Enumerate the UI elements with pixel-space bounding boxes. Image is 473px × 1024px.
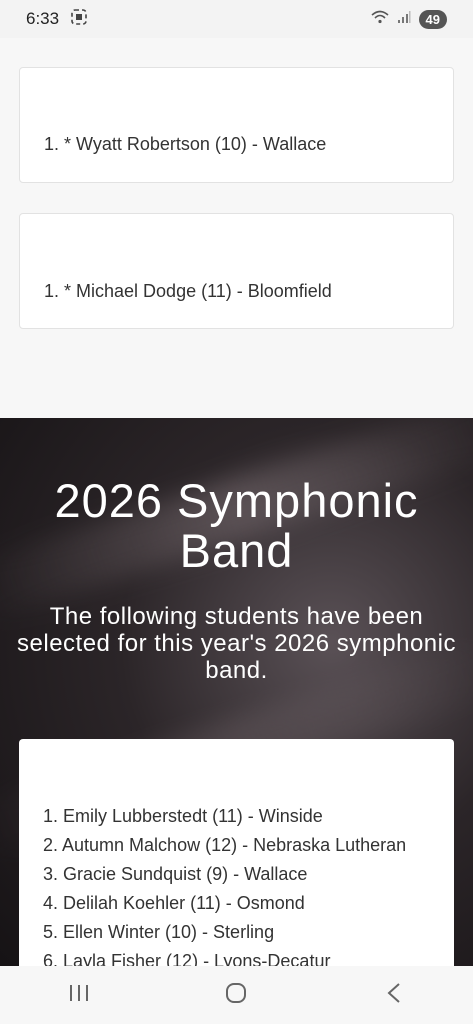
list-item: 1. * Wyatt Robertson (10) - Wallace	[44, 134, 327, 154]
list-item: 2. Autumn Malchow (12) - Nebraska Luther…	[43, 835, 407, 855]
list-item: 3. Gracie Sundquist (9) - Wallace	[43, 864, 308, 884]
status-bar: 6:33 49	[0, 0, 473, 38]
recent-apps-button[interactable]	[49, 975, 109, 1015]
home-icon	[225, 982, 247, 1009]
screenshot-icon	[71, 8, 87, 30]
hero-subtitle: The following students have been selecte…	[17, 603, 456, 684]
back-button[interactable]	[364, 975, 424, 1015]
hero-title: 2026 Symphonic Band	[54, 474, 419, 577]
list-item: 1. * Michael Dodge (11) - Bloomfield	[44, 281, 332, 301]
back-icon	[386, 982, 402, 1009]
band-list-card: 1. Emily Lubberstedt (11) - Winside 2. A…	[19, 739, 454, 979]
battery-indicator: 49	[418, 9, 447, 29]
home-button[interactable]	[206, 975, 266, 1015]
band-list: 1. Emily Lubberstedt (11) - Winside 2. A…	[43, 802, 406, 976]
recent-apps-icon	[68, 983, 90, 1008]
list-item: 4. Delilah Koehler (11) - Osmond	[43, 893, 305, 913]
list-item: 5. Ellen Winter (10) - Sterling	[43, 922, 275, 942]
list-item: 1. Emily Lubberstedt (11) - Winside	[43, 806, 323, 826]
signal-icon	[397, 10, 411, 29]
wifi-icon	[371, 10, 389, 29]
status-time: 6:33	[26, 9, 60, 28]
result-card-2: 1. * Michael Dodge (11) - Bloomfield	[19, 213, 454, 329]
result-card-1: 1. * Wyatt Robertson (10) - Wallace	[19, 67, 454, 183]
system-nav-bar	[0, 966, 473, 1024]
